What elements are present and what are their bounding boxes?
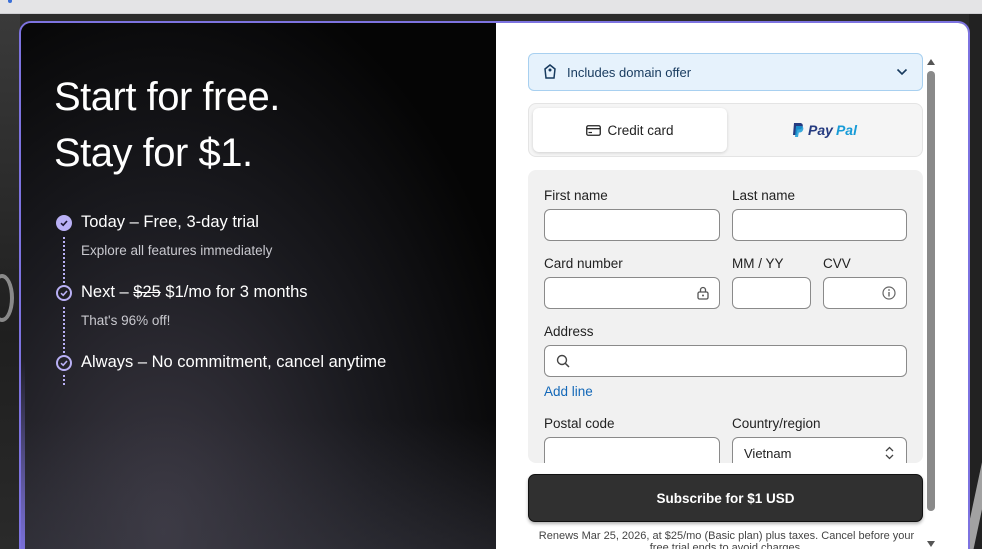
scroll-down-arrow-icon[interactable] (927, 541, 935, 547)
background-left (0, 14, 20, 549)
expiry-label: MM / YY (732, 256, 784, 271)
step-next-title: Next – $25 $1/mo for 3 months (81, 283, 308, 302)
payment-method-tabs: Credit card Pay Pal (528, 103, 923, 157)
offer-panel: Start for free. Stay for $1. Today – Fre… (21, 23, 496, 549)
headline-line-1: Start for free. (54, 75, 280, 119)
search-icon (556, 354, 570, 368)
select-arrows-icon (885, 446, 894, 460)
address-search-input[interactable] (544, 345, 907, 377)
subscribe-button[interactable]: Subscribe for $1 USD (528, 474, 923, 522)
browser-top-bar (0, 0, 982, 14)
panel-accent-edge (21, 359, 25, 549)
address-label: Address (544, 324, 594, 339)
panel-glow (21, 419, 496, 549)
domain-tag-icon (544, 64, 556, 79)
postal-code-label: Postal code (544, 416, 615, 431)
lock-icon (697, 286, 709, 300)
check-outline-icon (56, 355, 72, 371)
step-always-title: Always – No commitment, cancel anytime (81, 353, 387, 371)
check-filled-icon (56, 215, 72, 231)
first-name-label: First name (544, 188, 608, 203)
country-select-value: Vietnam (744, 446, 792, 461)
paypal-pay-text: Pay (808, 122, 833, 138)
tab-credit-card[interactable]: Credit card (533, 108, 727, 152)
postal-code-input[interactable] (544, 437, 720, 463)
tab-paypal[interactable]: Pay Pal (729, 108, 919, 152)
add-address-line-link[interactable]: Add line (544, 384, 593, 399)
cvv-label: CVV (823, 256, 851, 271)
card-number-input[interactable] (544, 277, 720, 309)
tab-indicator (8, 0, 12, 3)
country-select[interactable]: Vietnam (732, 437, 907, 463)
chevron-down-icon (896, 68, 908, 76)
paypal-logo-icon (793, 123, 804, 137)
last-name-input[interactable] (732, 209, 907, 241)
step-next-prefix: Next – (81, 283, 129, 301)
timeline-connector (63, 237, 65, 283)
background-right (958, 14, 982, 549)
headline: Start for free. Stay for $1. (54, 69, 280, 181)
card-form: First name Last name Card number MM / YY… (528, 170, 923, 463)
checkout-modal: Start for free. Stay for $1. Today – Fre… (19, 21, 970, 549)
check-outline-icon (56, 285, 72, 301)
expiry-input[interactable] (732, 277, 811, 309)
paypal-pal-text: Pal (835, 122, 857, 138)
scroll-up-arrow-icon[interactable] (927, 59, 935, 65)
step-next-subtitle: That's 96% off! (81, 313, 171, 328)
card-number-label: Card number (544, 256, 623, 271)
cvv-input[interactable] (823, 277, 907, 309)
step-today-subtitle: Explore all features immediately (81, 243, 273, 258)
domain-offer-accordion[interactable]: Includes domain offer (528, 53, 923, 91)
domain-offer-label: Includes domain offer (567, 64, 692, 80)
step-next-new-price: $1/mo for 3 months (165, 283, 308, 301)
step-next-old-price: $25 (133, 283, 161, 301)
scrollbar[interactable] (926, 57, 936, 547)
scrollbar-thumb[interactable] (927, 71, 935, 511)
country-region-label: Country/region (732, 416, 821, 431)
info-icon (882, 286, 896, 300)
background-shape (0, 274, 14, 322)
timeline-connector (63, 375, 65, 385)
tab-credit-card-label: Credit card (607, 122, 674, 138)
last-name-label: Last name (732, 188, 796, 203)
headline-line-2: Stay for $1. (54, 131, 253, 175)
first-name-input[interactable] (544, 209, 720, 241)
step-today-title: Today – Free, 3-day trial (81, 213, 259, 231)
timeline-connector (63, 307, 65, 353)
renewal-terms: Renews Mar 25, 2026, at $25/mo (Basic pl… (538, 530, 915, 549)
credit-card-icon (586, 124, 602, 136)
payment-panel: Includes domain offer Credit card Pay Pa… (496, 23, 968, 549)
